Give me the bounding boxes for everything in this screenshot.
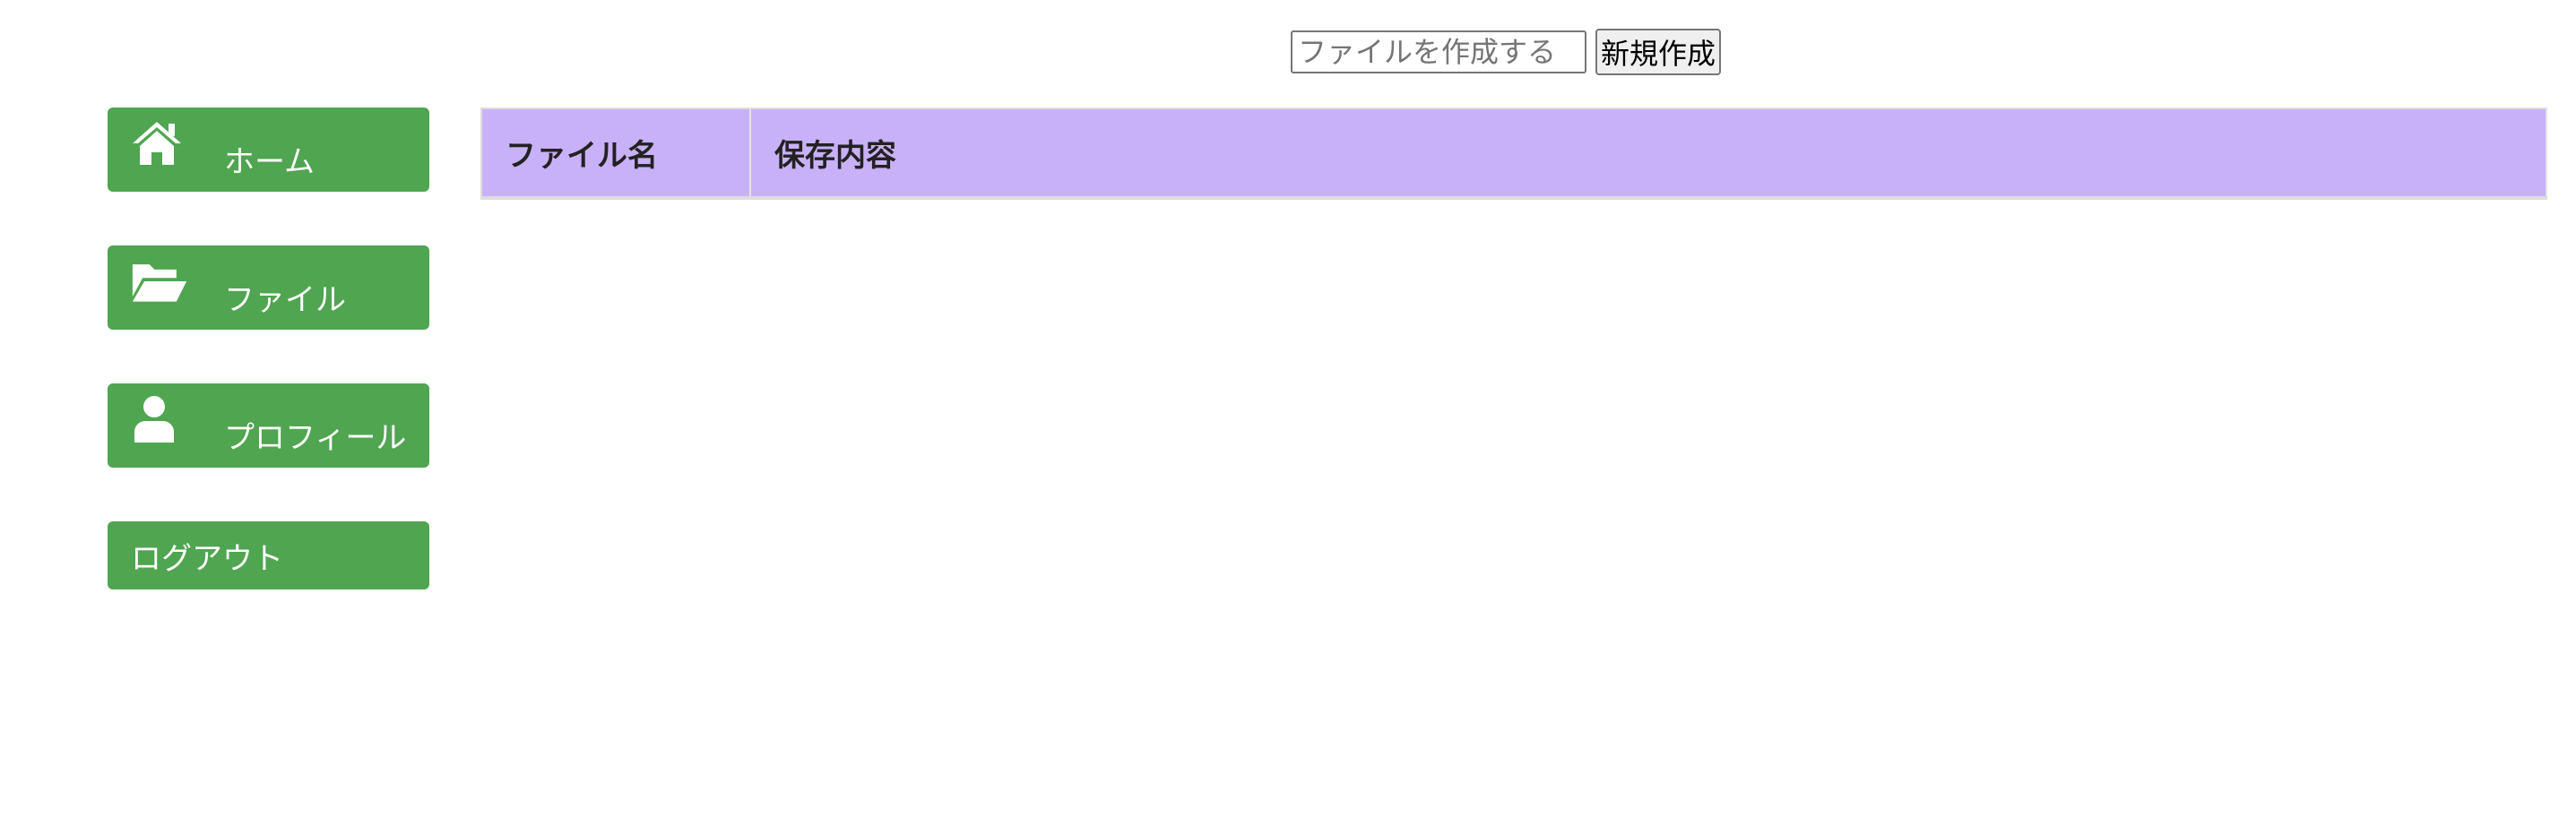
- sidebar-item-label: プロフィール: [224, 419, 407, 456]
- create-new-button[interactable]: 新規作成: [1595, 29, 1722, 75]
- column-header-file-name: ファイル名: [481, 108, 751, 200]
- column-header-saved-content: 保存内容: [750, 108, 2547, 200]
- home-icon: [131, 116, 188, 170]
- sidebar-nav: ホーム ファイル プロフィール ログアウト: [108, 108, 430, 643]
- file-table: ファイル名 保存内容: [480, 108, 2547, 200]
- create-file-bar: 新規作成: [1291, 29, 1722, 75]
- page: 新規作成 ホーム ファイル: [0, 0, 2576, 817]
- user-icon: [131, 392, 188, 446]
- sidebar-item-label: ログアウト: [131, 540, 283, 577]
- sidebar-item-profile[interactable]: プロフィール: [108, 383, 430, 468]
- create-file-input[interactable]: [1291, 30, 1586, 73]
- sidebar-item-label: ホーム: [224, 143, 315, 180]
- sidebar-item-file[interactable]: ファイル: [108, 245, 430, 330]
- table-header-row: ファイル名 保存内容: [481, 108, 2547, 200]
- sidebar-item-label: ファイル: [224, 281, 346, 318]
- sidebar-item-home[interactable]: ホーム: [108, 108, 430, 192]
- logout-button[interactable]: ログアウト: [108, 521, 430, 589]
- folder-open-icon: [131, 254, 188, 308]
